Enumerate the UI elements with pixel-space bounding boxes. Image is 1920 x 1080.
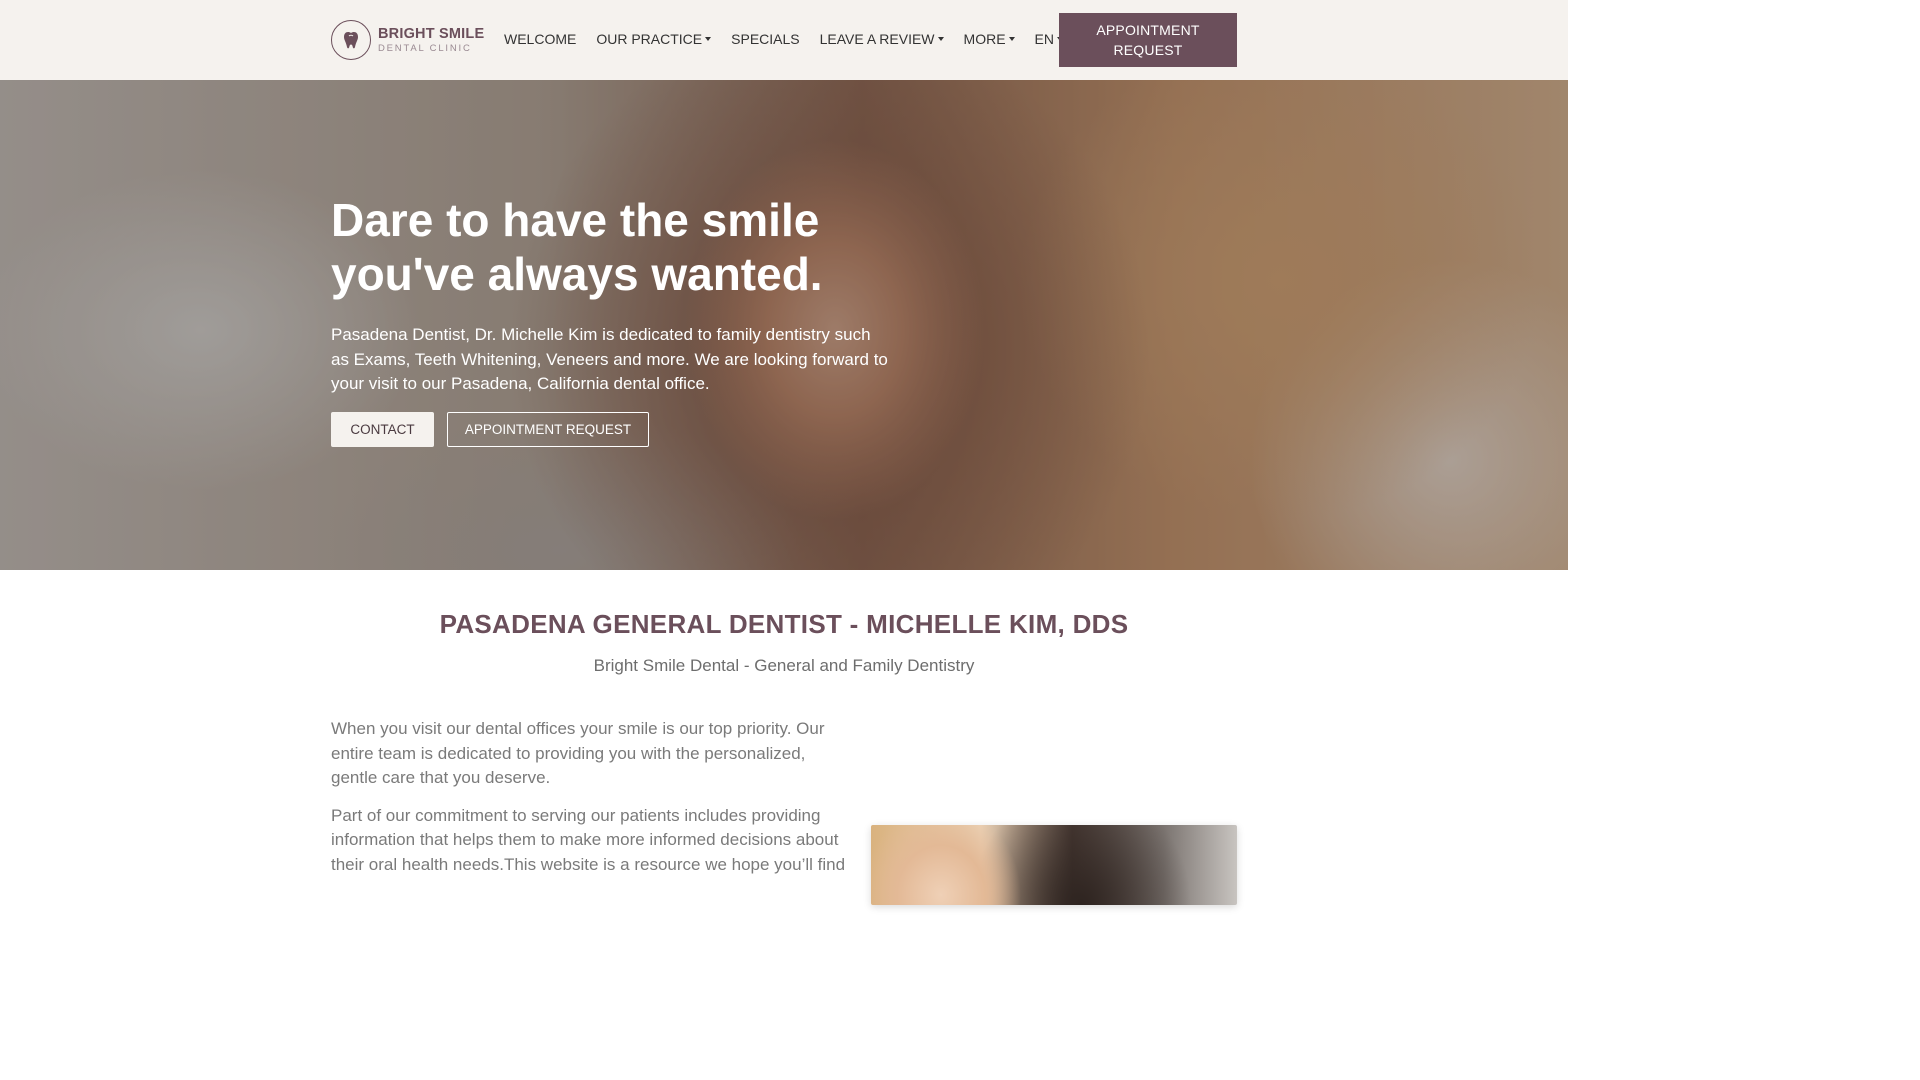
caret-down-icon [937, 37, 944, 41]
language-label: EN [1034, 31, 1054, 47]
hero-banner: Dare to have the smile you've always wan… [0, 80, 1568, 570]
hero-appointment-label: APPOINTMENT REQUEST [464, 422, 632, 437]
contact-button[interactable]: CONTACT [331, 412, 434, 447]
main-nav: WELCOME OUR PRACTICE SPECIALS LEAVE A RE… [504, 31, 1083, 47]
hero-appointment-request-button[interactable]: APPOINTMENT REQUEST [447, 412, 649, 447]
hero-title: Dare to have the smile you've always wan… [331, 193, 891, 301]
logo[interactable]: BRIGHT SMILE DENTAL CLINIC [331, 20, 484, 60]
nav-item-leave-a-review[interactable]: LEAVE A REVIEW [820, 31, 944, 47]
nav-item-label: MORE [963, 31, 1006, 47]
nav-item-label: LEAVE A REVIEW [819, 31, 935, 47]
nav-item-welcome[interactable]: WELCOME [504, 31, 576, 47]
nav-item-more[interactable]: MORE [964, 31, 1015, 47]
intro-paragraph: Part of our commitment to serving our pa… [331, 805, 846, 874]
hero-description: Pasadena Dentist, Dr. Michelle Kim is de… [331, 325, 888, 393]
intro-text: When you visit our dental offices your s… [331, 717, 856, 890]
intro-paragraph: When you visit our dental offices your s… [331, 719, 825, 787]
tooth-icon [331, 20, 371, 60]
hero-title-line2: you've always wanted. [331, 248, 823, 300]
appointment-request-button[interactable]: APPOINTMENT REQUEST [1059, 13, 1237, 67]
dentist-photo [871, 825, 1237, 905]
nav-item-label: OUR PRACTICE [596, 31, 703, 47]
section-title: PASADENA GENERAL DENTIST - MICHELLE KIM,… [439, 609, 1129, 639]
caret-down-icon [705, 37, 712, 41]
hero-title-line1: Dare to have the smile [331, 194, 820, 246]
nav-item-specials[interactable]: SPECIALS [731, 31, 799, 47]
nav-item-label: WELCOME [504, 31, 577, 47]
nav-item-our-practice[interactable]: OUR PRACTICE [596, 31, 712, 47]
logo-name: BRIGHT SMILE [378, 25, 485, 42]
appointment-button-line1: APPOINTMENT [1096, 22, 1200, 38]
site-header: BRIGHT SMILE DENTAL CLINIC WELCOME OUR P… [0, 0, 1568, 80]
caret-down-icon [1008, 37, 1015, 41]
logo-subtitle: DENTAL CLINIC [378, 43, 472, 54]
appointment-button-line2: REQUEST [1113, 42, 1183, 58]
section-subtitle: Bright Smile Dental - General and Family… [593, 656, 975, 675]
contact-button-label: CONTACT [350, 422, 415, 437]
nav-item-label: SPECIALS [731, 31, 800, 47]
